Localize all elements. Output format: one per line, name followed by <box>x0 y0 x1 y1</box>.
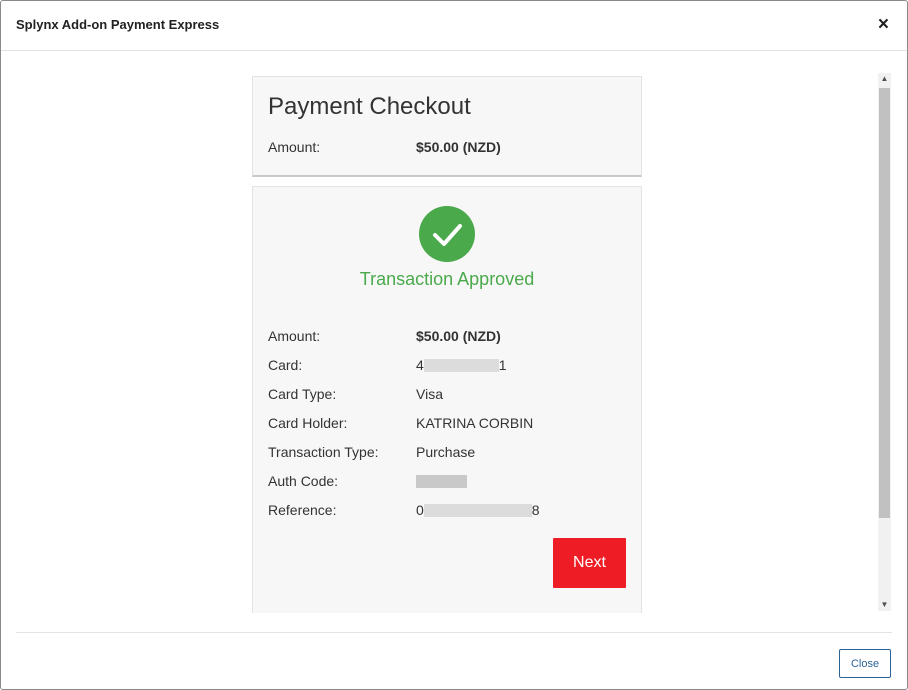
detail-value-card: 41 <box>416 357 507 373</box>
close-icon[interactable]: × <box>878 15 889 35</box>
detail-value-reference: 08 <box>416 502 540 518</box>
redacted-block <box>423 504 532 517</box>
payment-modal: Splynx Add-on Payment Express × Payment … <box>0 0 908 690</box>
detail-label: Transaction Type: <box>268 444 379 460</box>
page-title: Payment Checkout <box>268 93 471 120</box>
modal-title: Splynx Add-on Payment Express <box>16 17 220 32</box>
detail-value: Purchase <box>416 444 476 460</box>
redacted-block <box>416 475 467 488</box>
modal-footer-divider <box>16 632 892 633</box>
card-number-suffix: 1 <box>498 357 507 373</box>
redacted-block <box>423 359 499 372</box>
reference-prefix: 0 <box>416 502 424 518</box>
detail-value: $50.00 (NZD) <box>416 328 501 344</box>
detail-label: Card Holder: <box>268 415 348 431</box>
detail-label: Auth Code: <box>268 473 339 489</box>
scrollbar[interactable]: ▲ ▼ <box>878 73 891 611</box>
amount-label: Amount: <box>268 139 321 155</box>
modal-header: Splynx Add-on Payment Express × <box>1 1 907 51</box>
transaction-result-panel: Transaction Approved Amount: $50.00 (NZD… <box>252 186 642 613</box>
close-button[interactable]: Close <box>839 649 891 678</box>
detail-value-auth-code <box>416 473 467 489</box>
transaction-status: Transaction Approved <box>359 269 535 289</box>
scroll-up-arrow-icon[interactable]: ▲ <box>878 73 891 85</box>
amount-value: $50.00 (NZD) <box>416 139 501 155</box>
reference-suffix: 8 <box>531 502 540 518</box>
detail-label: Card: <box>268 357 303 373</box>
detail-value: Visa <box>416 386 443 402</box>
detail-label: Card Type: <box>268 386 337 402</box>
card-number-prefix: 4 <box>416 357 424 373</box>
scroll-down-arrow-icon[interactable]: ▼ <box>878 599 891 611</box>
scroll-thumb[interactable] <box>879 88 890 518</box>
check-circle-icon <box>419 206 475 262</box>
detail-label: Amount: <box>268 328 321 344</box>
modal-body: Payment Checkout Amount: $50.00 (NZD) Tr… <box>16 71 892 613</box>
next-button[interactable]: Next <box>553 538 626 588</box>
detail-label: Reference: <box>268 502 337 518</box>
checkout-summary-panel: Payment Checkout Amount: $50.00 (NZD) <box>252 76 642 177</box>
detail-value: KATRINA CORBIN <box>416 415 534 431</box>
